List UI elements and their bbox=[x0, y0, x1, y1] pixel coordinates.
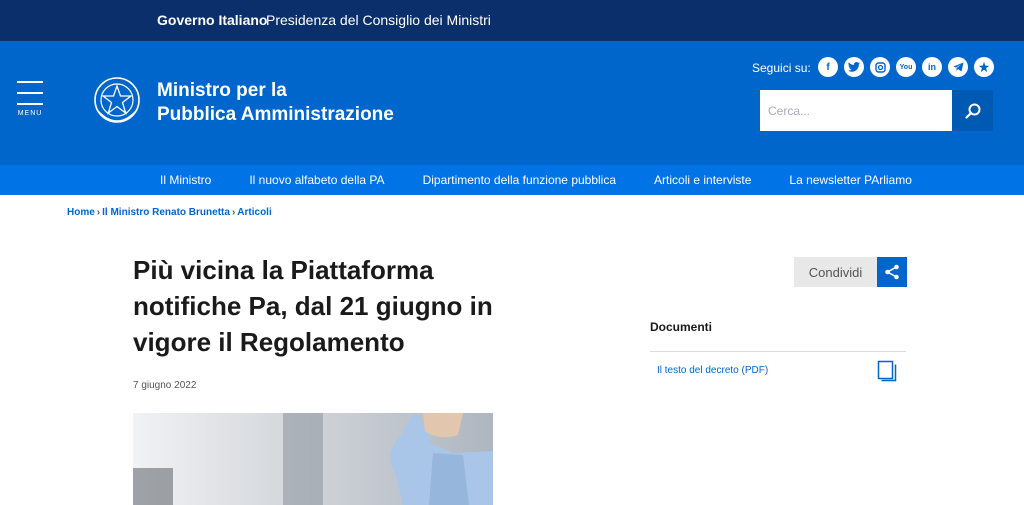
search-button[interactable] bbox=[952, 90, 993, 131]
search-input[interactable] bbox=[760, 90, 952, 131]
share-label: Condividi bbox=[794, 257, 877, 287]
follow-label: Seguici su: bbox=[752, 61, 811, 75]
documents-heading: Documenti bbox=[650, 320, 713, 334]
medium-icon[interactable] bbox=[974, 57, 994, 77]
hamburger-icon bbox=[17, 81, 43, 83]
article-date: 7 giugno 2022 bbox=[133, 380, 197, 391]
site-title-line2: Pubblica Amministrazione bbox=[157, 104, 394, 125]
nav-item-newsletter[interactable]: La newsletter PArliamo bbox=[789, 173, 912, 187]
presidenza-label: Presidenza del Consiglio dei Ministri bbox=[266, 12, 491, 28]
slim-header: Governo Italiano Presidenza del Consigli… bbox=[0, 0, 1024, 41]
site-title-line1: Ministro per la bbox=[157, 80, 287, 101]
youtube-icon[interactable]: You bbox=[896, 57, 916, 77]
twitter-icon[interactable] bbox=[844, 57, 864, 77]
nav-item-alfabeto-pa[interactable]: Il nuovo alfabeto della PA bbox=[249, 173, 384, 187]
main-header: MENU Ministro per la Pubblica Amministra… bbox=[0, 41, 1024, 165]
article-title: Più vicina la Piattaforma notifiche Pa, … bbox=[133, 255, 493, 357]
hamburger-icon-bar bbox=[17, 103, 43, 105]
breadcrumb: Home › Il Ministro Renato Brunetta › Articol… bbox=[67, 207, 272, 218]
hero-photo bbox=[133, 413, 493, 505]
share-icon bbox=[885, 264, 899, 280]
search-box bbox=[760, 90, 993, 131]
nav-item-articoli-interviste[interactable]: Articoli e interviste bbox=[654, 173, 751, 187]
republic-emblem-icon bbox=[94, 77, 140, 123]
breadcrumb-separator: › bbox=[96, 207, 101, 218]
instagram-icon[interactable] bbox=[870, 57, 890, 77]
share-button[interactable]: Condividi bbox=[794, 257, 907, 287]
documents-divider bbox=[650, 351, 906, 352]
breadcrumb-home[interactable]: Home bbox=[67, 207, 95, 218]
site-title[interactable]: Ministro per la Pubblica Amministrazione bbox=[157, 79, 394, 127]
telegram-icon[interactable] bbox=[948, 57, 968, 77]
share-icon-box bbox=[877, 257, 907, 287]
nav-item-il-ministro[interactable]: Il Ministro bbox=[160, 173, 211, 187]
facebook-icon[interactable]: f bbox=[818, 57, 838, 77]
breadcrumb-articoli[interactable]: Articoli bbox=[237, 207, 271, 218]
linkedin-icon[interactable]: in bbox=[922, 57, 942, 77]
menu-label: MENU bbox=[17, 110, 43, 117]
social-links: f You in bbox=[818, 57, 994, 77]
nav-item-dipartimento[interactable]: Dipartimento della funzione pubblica bbox=[423, 173, 616, 187]
breadcrumb-separator: › bbox=[231, 207, 236, 218]
document-copy-icon[interactable] bbox=[877, 360, 897, 382]
search-icon bbox=[964, 103, 980, 119]
main-nav: Il Ministro Il nuovo alfabeto della PA D… bbox=[0, 165, 1024, 195]
article-hero-image bbox=[133, 413, 493, 505]
menu-button[interactable]: MENU bbox=[14, 81, 46, 121]
breadcrumb-ministro[interactable]: Il Ministro Renato Brunetta bbox=[102, 207, 230, 218]
hamburger-icon-bar bbox=[17, 92, 43, 94]
document-link-decreto[interactable]: Il testo del decreto (PDF) bbox=[657, 365, 768, 376]
governo-link[interactable]: Governo Italiano bbox=[157, 12, 267, 28]
